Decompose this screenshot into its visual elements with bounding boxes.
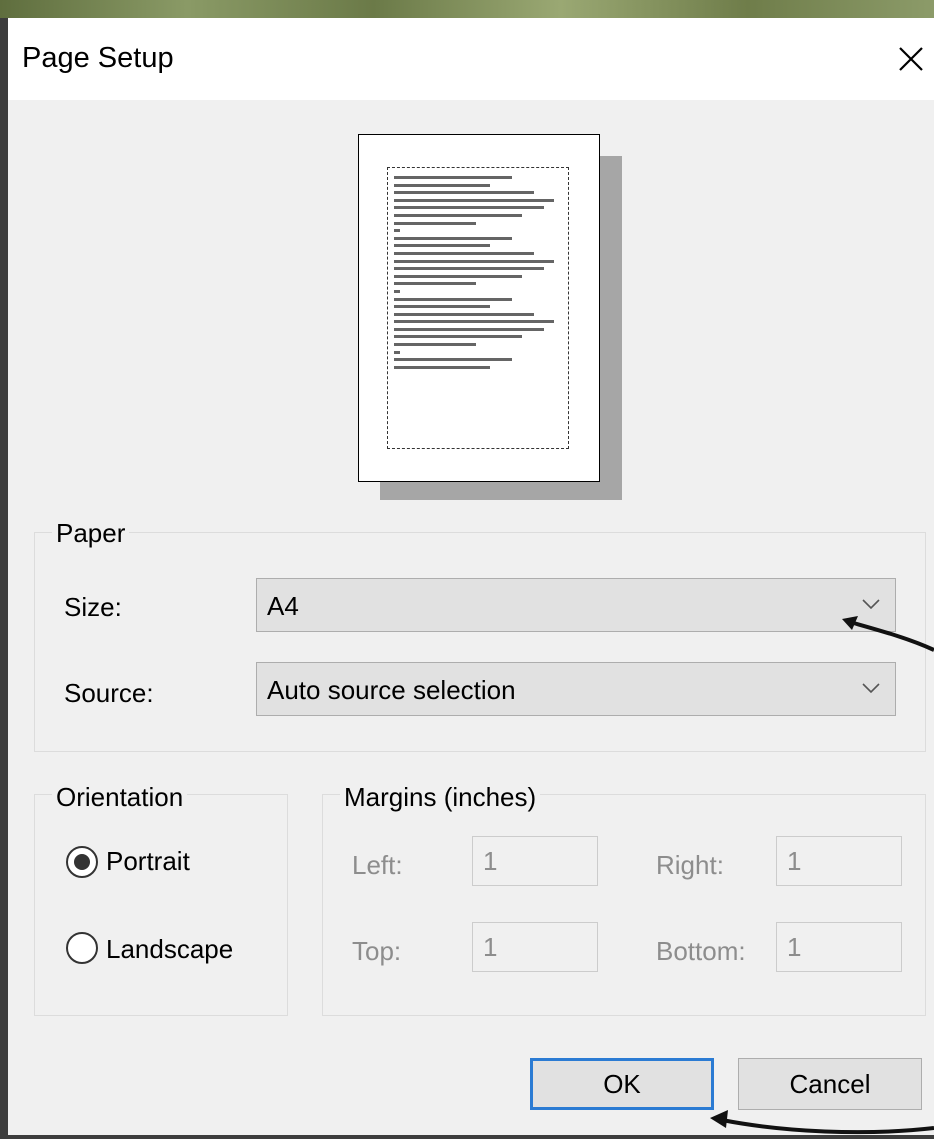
paper-group-label: Paper bbox=[52, 518, 130, 549]
annotation-arrow-size bbox=[842, 616, 934, 652]
source-dropdown-value: Auto source selection bbox=[267, 675, 516, 705]
close-icon[interactable] bbox=[888, 36, 934, 82]
page-preview bbox=[358, 134, 600, 482]
right-margin-field: 1 bbox=[776, 836, 902, 886]
left-margin-field: 1 bbox=[472, 836, 598, 886]
title-bar: Page Setup bbox=[8, 18, 934, 100]
top-margin-field: 1 bbox=[472, 922, 598, 972]
dialog-title: Page Setup bbox=[22, 42, 174, 74]
page-preview-margin-box bbox=[387, 167, 569, 449]
size-dropdown[interactable]: A4 bbox=[256, 578, 896, 632]
orientation-group bbox=[34, 794, 288, 1016]
paper-group bbox=[34, 532, 926, 752]
margins-group-label: Margins (inches) bbox=[340, 782, 541, 813]
top-margin-value: 1 bbox=[483, 932, 498, 962]
right-margin-label: Right: bbox=[656, 850, 724, 880]
source-label: Source: bbox=[64, 678, 154, 708]
right-margin-value: 1 bbox=[787, 846, 802, 876]
bottom-margin-label: Bottom: bbox=[656, 936, 746, 966]
page-preview-text-lines bbox=[394, 176, 554, 373]
orientation-group-label: Orientation bbox=[52, 782, 188, 813]
page-setup-dialog: Page Setup Paper Size: A4 Source: Auto s… bbox=[0, 18, 934, 1139]
bottom-margin-value: 1 bbox=[787, 932, 802, 962]
size-dropdown-value: A4 bbox=[267, 591, 299, 621]
left-margin-value: 1 bbox=[483, 846, 498, 876]
portrait-label[interactable]: Portrait bbox=[106, 846, 190, 877]
ok-button[interactable]: OK bbox=[530, 1058, 714, 1110]
left-margin-label: Left: bbox=[352, 850, 403, 880]
landscape-label[interactable]: Landscape bbox=[106, 934, 233, 965]
landscape-radio[interactable] bbox=[66, 932, 98, 964]
portrait-radio[interactable] bbox=[66, 846, 98, 878]
chevron-down-icon bbox=[862, 683, 880, 694]
margins-group bbox=[322, 794, 926, 1016]
size-label: Size: bbox=[64, 592, 122, 622]
source-dropdown[interactable]: Auto source selection bbox=[256, 662, 896, 716]
annotation-arrow-ok bbox=[710, 1110, 934, 1135]
bottom-margin-field: 1 bbox=[776, 922, 902, 972]
top-margin-label: Top: bbox=[352, 936, 402, 966]
